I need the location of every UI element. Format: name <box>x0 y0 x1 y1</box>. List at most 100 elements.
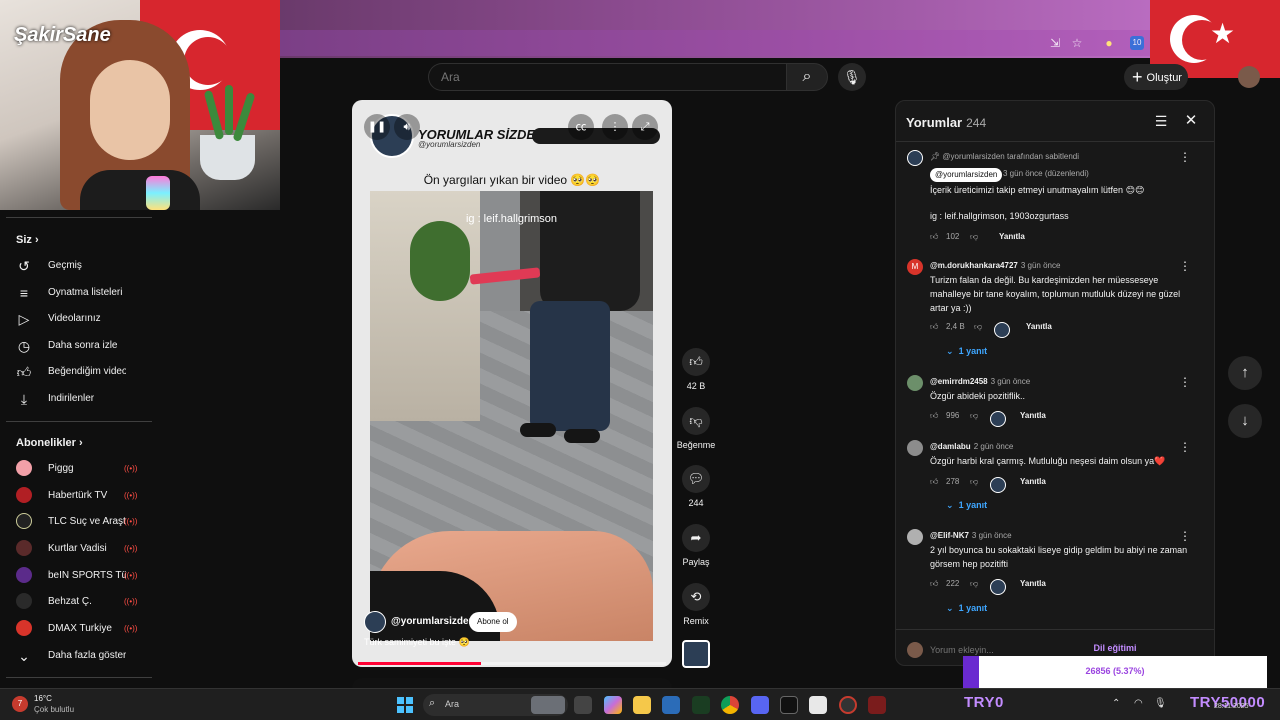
taskbar-app-obs[interactable] <box>780 696 798 714</box>
comment-menu-button[interactable]: ⋮ <box>1178 375 1192 389</box>
like-button[interactable]: 👍︎ 42 B <box>676 348 716 391</box>
volume-button[interactable]: 🔊︎ <box>394 114 420 140</box>
like-comment-button[interactable]: 👍︎ <box>930 322 938 332</box>
windows-taskbar: 7 16°C Çok bulutlu ⌕ Ara TRY0 ⌃ ◠ 🎙 TRY5… <box>0 688 1280 720</box>
commenter-avatar[interactable] <box>907 150 923 166</box>
view-replies-button[interactable]: ⌄ 1 yanıt <box>946 500 987 511</box>
next-short-button[interactable]: ↓ <box>1228 404 1262 438</box>
subscription-item[interactable]: Habertürk TV ((•)) <box>0 483 152 509</box>
fullscreen-button[interactable]: ⤢ <box>632 114 658 140</box>
reply-button[interactable]: Yanıtla <box>1020 477 1046 486</box>
comment-author[interactable]: @emirrdm2458 3 gün önce <box>930 377 1030 386</box>
dislike-comment-button[interactable]: 👎︎ <box>970 411 978 421</box>
subscription-item[interactable]: beIN SPORTS Tü...((•)) <box>0 563 152 589</box>
commenter-avatar[interactable] <box>907 375 923 391</box>
view-replies-button[interactable]: ⌄ 1 yanıt <box>946 346 987 357</box>
bookmark-star-icon[interactable]: ☆ <box>1070 36 1084 50</box>
reply-button[interactable]: Yanıtla <box>1026 322 1052 331</box>
subscription-item[interactable]: Kurtlar Vadisi ((•)) <box>0 536 152 562</box>
channel-name[interactable]: @yorumlarsizden <box>391 616 475 627</box>
video-frame[interactable]: ig : leif.hallgrimson <box>370 191 653 641</box>
comment-author[interactable]: @damlabu 2 gün önce <box>930 442 1013 451</box>
create-button[interactable]: + Oluştur <box>1124 64 1188 90</box>
taskbar-app-taskview[interactable] <box>574 696 592 714</box>
channel-avatar[interactable] <box>364 611 386 633</box>
like-comment-button[interactable]: 👍︎ <box>930 477 938 487</box>
comment-author[interactable]: @Elif-NK7 3 gün önce <box>930 531 1012 540</box>
search-input[interactable] <box>441 64 771 90</box>
captions-button[interactable]: ㏄ <box>568 114 594 140</box>
dislike-button[interactable]: 👎︎ Beğenme <box>676 407 716 450</box>
extension-badge-icon[interactable]: 10 <box>1130 36 1144 50</box>
taskbar-app-notepad[interactable] <box>809 696 827 714</box>
microphone-icon[interactable]: 🎙 <box>1154 698 1167 709</box>
video-progress-bar[interactable] <box>358 662 666 665</box>
taskbar-app-discord[interactable] <box>751 696 769 714</box>
sound-thumbnail[interactable] <box>682 640 710 668</box>
comment-author[interactable]: @m.dorukhankara4727 3 gün önce <box>930 261 1060 270</box>
search-button[interactable]: ⌕ <box>786 63 828 91</box>
account-avatar[interactable] <box>1238 66 1260 88</box>
reply-button[interactable]: Yanıtla <box>1020 411 1046 420</box>
reply-button[interactable]: Yanıtla <box>1020 579 1046 588</box>
like-comment-button[interactable]: 👍︎ <box>930 579 938 589</box>
sidebar-item-playlists[interactable]: ≡ Oynatma listeleri <box>0 280 152 306</box>
dislike-comment-button[interactable]: 👎︎ <box>970 579 978 589</box>
comments-button[interactable]: 💬︎ 244 <box>676 465 716 508</box>
taskbar-app-game[interactable] <box>692 696 710 714</box>
sidebar-you-heading[interactable]: Siz › <box>16 234 39 246</box>
dislike-comment-button[interactable]: 👎︎ <box>970 232 978 242</box>
windows-start-button[interactable] <box>397 697 413 713</box>
sidebar-item-your-videos[interactable]: ▷ Videolarınız <box>0 306 152 332</box>
commenter-avatar[interactable]: M <box>907 259 923 275</box>
wifi-icon[interactable]: ◠ <box>1134 698 1143 709</box>
taskbar-app-tank[interactable] <box>531 696 565 714</box>
sort-button[interactable]: ☰ <box>1151 111 1171 131</box>
taskbar-app-chrome[interactable] <box>721 696 739 714</box>
taskbar-app-shield[interactable] <box>868 696 886 714</box>
remix-button[interactable]: ⟲ Remix <box>676 583 716 626</box>
sidebar-item-history[interactable]: ↺ Geçmiş <box>0 253 152 279</box>
shorts-player[interactable]: ❚❚ 🔊︎ YORUMLAR SİZDEN @yorumlarsizden ㏄ … <box>352 100 672 667</box>
dislike-comment-button[interactable]: 👎︎ <box>970 477 978 487</box>
install-app-icon[interactable]: ⇲ <box>1048 36 1062 50</box>
taskbar-app-red[interactable] <box>839 696 857 714</box>
subscription-item[interactable]: DMAX Turkiye ((•)) <box>0 616 152 642</box>
pause-button[interactable]: ❚❚ <box>364 114 390 140</box>
extension-icon[interactable]: ● <box>1102 36 1116 50</box>
next-short-preview[interactable] <box>352 678 672 688</box>
sidebar-subscriptions-heading[interactable]: Abonelikler › <box>16 437 83 449</box>
subscribe-button[interactable]: Abone ol <box>469 612 517 632</box>
view-replies-button[interactable]: ⌄ 1 yanıt <box>946 603 987 614</box>
subscription-item[interactable]: TLC Suç ve Araşt... ((•)) <box>0 509 152 535</box>
taskbar-app-explorer[interactable] <box>633 696 651 714</box>
comment-author[interactable]: @yorumlarsizden <box>930 168 1003 182</box>
more-options-button[interactable]: ⋮ <box>602 114 628 140</box>
comment-menu-button[interactable]: ⋮ <box>1178 529 1192 543</box>
sidebar-item-downloads[interactable]: ⤓ İndirilenler <box>0 386 152 412</box>
like-comment-button[interactable]: 👍︎ <box>930 411 938 421</box>
show-more-button[interactable]: ⌄ Daha fazla göster <box>0 643 152 669</box>
reply-button[interactable]: Yanıtla <box>999 232 1025 241</box>
your-videos-icon: ▷ <box>18 311 30 327</box>
channel-avatar <box>16 513 32 529</box>
like-comment-button[interactable]: 👍︎ <box>930 232 938 242</box>
comment-menu-button[interactable]: ⋮ <box>1178 150 1192 164</box>
taskbar-app-copilot[interactable] <box>604 696 622 714</box>
share-button[interactable]: ➦ Paylaş <box>676 524 716 567</box>
comment-menu-button[interactable]: ⋮ <box>1178 259 1192 273</box>
taskbar-app-store[interactable] <box>662 696 680 714</box>
video-caption: Ön yargıları yıkan bir video 🥺🥺 <box>423 173 601 187</box>
tray-chevron-icon[interactable]: ⌃ <box>1112 698 1120 709</box>
sidebar-item-liked-videos[interactable]: 👍︎Beğendiğim videolar <box>0 359 152 385</box>
subscription-item[interactable]: Piggg ((•)) <box>0 456 152 482</box>
previous-short-button[interactable]: ↑ <box>1228 356 1262 390</box>
close-button[interactable]: ✕ <box>1181 111 1201 131</box>
commenter-avatar[interactable] <box>907 529 923 545</box>
dislike-comment-button[interactable]: 👎︎ <box>974 322 982 332</box>
subscription-item[interactable]: Behzat Ç. ((•)) <box>0 589 152 615</box>
sidebar-item-watch-later[interactable]: ◷ Daha sonra izle <box>0 333 152 359</box>
commenter-avatar[interactable] <box>907 440 923 456</box>
comment-menu-button[interactable]: ⋮ <box>1178 440 1192 454</box>
voice-search-button[interactable]: 🎙 <box>838 63 866 91</box>
